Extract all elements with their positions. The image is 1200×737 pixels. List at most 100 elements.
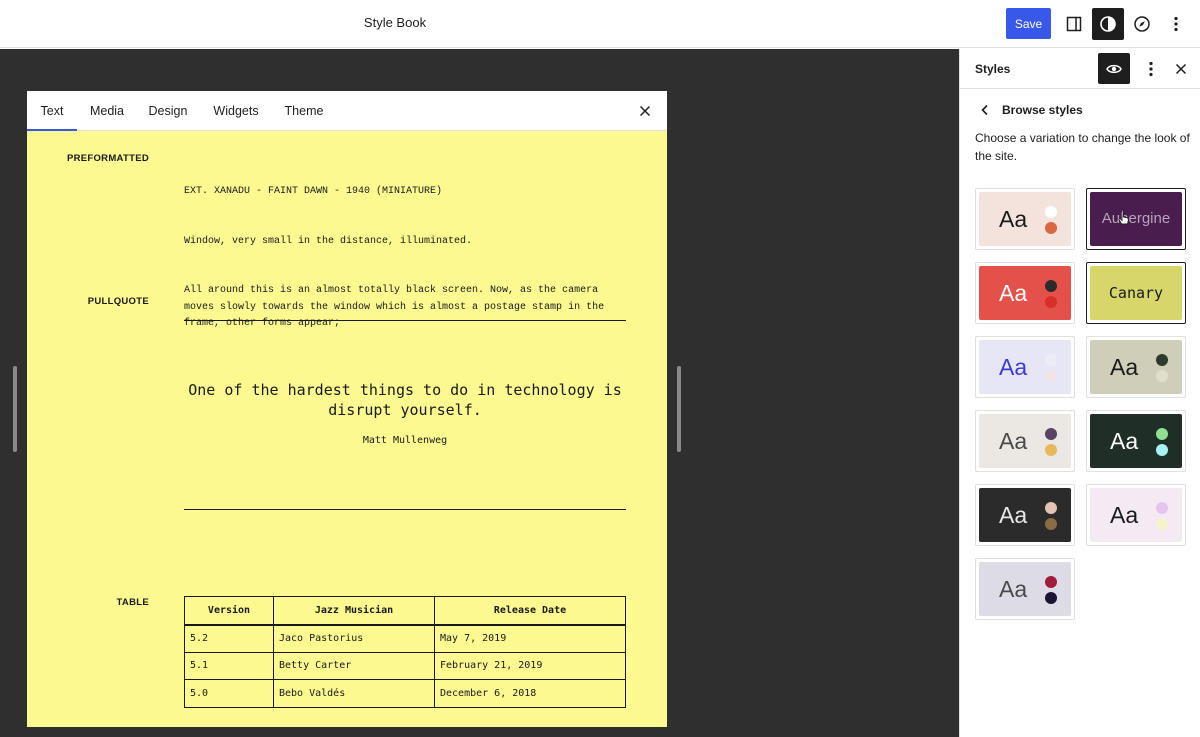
palette-swatch bbox=[1045, 502, 1057, 514]
pullquote-label: PULLQUOTE bbox=[87, 296, 149, 307]
table-header-cell: Jazz Musician bbox=[273, 596, 435, 626]
style-variation-label: Aubergine bbox=[1101, 210, 1171, 227]
style-book-tabs: Text Media Design Widgets Theme bbox=[27, 91, 667, 131]
styles-sidebar: Styles Browse styles Choose a variation … bbox=[959, 49, 1200, 737]
style-variation-3[interactable]: Aa bbox=[975, 262, 1075, 324]
pullquote-top-rule bbox=[184, 320, 626, 321]
style-variation-preview: Aa bbox=[1090, 340, 1182, 394]
style-variation-label: Aa bbox=[1110, 502, 1139, 528]
sidebar-header: Styles bbox=[960, 49, 1200, 89]
style-variation-label: Aa bbox=[999, 576, 1028, 602]
palette-swatch bbox=[1045, 518, 1057, 530]
palette-swatch bbox=[1045, 428, 1057, 440]
top-toolbar: Style Book Save bbox=[0, 0, 1200, 48]
table-row: 5.1 Betty Carter February 21, 2019 bbox=[184, 651, 626, 680]
chevron-left-icon[interactable] bbox=[978, 103, 992, 117]
style-variation-preview: Aa bbox=[1090, 414, 1182, 468]
style-variation-6[interactable]: Aa bbox=[1086, 336, 1186, 398]
style-variation-2[interactable]: Aubergine bbox=[1086, 188, 1186, 250]
compass-icon[interactable] bbox=[1126, 8, 1158, 40]
palette-swatch bbox=[1045, 206, 1057, 218]
close-icon[interactable] bbox=[1169, 57, 1193, 81]
more-vertical-icon[interactable] bbox=[1139, 57, 1163, 81]
style-variation-4[interactable]: Canary bbox=[1086, 262, 1186, 324]
table-cell: February 21, 2019 bbox=[434, 651, 626, 680]
style-variation-preview: Aa bbox=[1090, 488, 1182, 542]
tab-design[interactable]: Design bbox=[141, 91, 195, 131]
pullquote-text: One of the hardest things to do in techn… bbox=[188, 381, 622, 419]
style-variation-preview: Aubergine bbox=[1090, 192, 1182, 246]
style-variation-1[interactable]: Aa bbox=[975, 188, 1075, 250]
style-variation-label: Aa bbox=[999, 428, 1028, 454]
table-row: 5.2 Jaco Pastorius May 7, 2019 bbox=[184, 624, 626, 653]
palette-swatch bbox=[1156, 518, 1168, 530]
tab-text[interactable]: Text bbox=[27, 91, 77, 131]
resize-handle-left[interactable] bbox=[13, 366, 17, 452]
table-header-cell: Version bbox=[184, 596, 274, 626]
preformatted-line: All around this is an almost totally bla… bbox=[184, 285, 611, 329]
sidebar-title: Styles bbox=[975, 62, 1011, 76]
style-variation-preview: Canary bbox=[1090, 266, 1182, 320]
table-cell: Betty Carter bbox=[273, 651, 435, 680]
table-cell: 5.1 bbox=[184, 651, 274, 680]
palette-swatch bbox=[1156, 444, 1168, 456]
pullquote-bottom-rule bbox=[184, 509, 626, 510]
palette-swatch bbox=[1045, 592, 1057, 604]
style-variation-10[interactable]: Aa bbox=[1086, 484, 1186, 546]
table-cell: 5.2 bbox=[184, 624, 274, 653]
hand-cursor-icon bbox=[1118, 209, 1129, 225]
table-cell: December 6, 2018 bbox=[434, 679, 626, 708]
style-variation-7[interactable]: Aa bbox=[975, 410, 1075, 472]
style-variation-label: Aa bbox=[1110, 428, 1139, 454]
style-variation-preview: Aa bbox=[979, 192, 1071, 246]
tab-theme[interactable]: Theme bbox=[277, 91, 331, 131]
style-variation-label: Aa bbox=[999, 280, 1028, 306]
style-variation-preview: Aa bbox=[979, 488, 1071, 542]
palette-swatch bbox=[1045, 280, 1057, 292]
table-label: TABLE bbox=[116, 597, 149, 608]
style-variation-label: Aa bbox=[999, 354, 1028, 380]
sidebar-toggle-icon[interactable] bbox=[1058, 8, 1090, 40]
table-row: 5.0 Bebo Valdés December 6, 2018 bbox=[184, 679, 626, 708]
style-book-frame: Text Media Design Widgets Theme PREFORMA… bbox=[27, 91, 667, 727]
palette-swatch bbox=[1156, 502, 1168, 514]
palette-swatch bbox=[1156, 354, 1168, 366]
styles-contrast-icon[interactable] bbox=[1092, 8, 1124, 40]
close-icon[interactable] bbox=[635, 101, 655, 121]
preformatted-line: Window, very small in the distance, illu… bbox=[184, 235, 473, 247]
style-variation-5[interactable]: Aa bbox=[975, 336, 1075, 398]
style-variation-preview: Aa bbox=[979, 340, 1071, 394]
style-variation-label: Aa bbox=[999, 206, 1028, 232]
tab-media[interactable]: Media bbox=[81, 91, 133, 131]
table-cell: Bebo Valdés bbox=[273, 679, 435, 708]
document-title[interactable]: Style Book bbox=[0, 15, 790, 30]
style-variation-preview: Aa bbox=[979, 414, 1071, 468]
preformatted-line: EXT. XANADU - FAINT DAWN - 1940 (MINIATU… bbox=[184, 186, 443, 197]
style-variation-8[interactable]: Aa bbox=[1086, 410, 1186, 472]
eye-icon[interactable] bbox=[1098, 53, 1130, 84]
palette-swatch bbox=[1045, 296, 1057, 308]
preformatted-block: EXT. XANADU - FAINT DAWN - 1940 (MINIATU… bbox=[184, 151, 634, 366]
palette-swatch bbox=[1045, 444, 1057, 456]
browse-styles-heading: Browse styles bbox=[1002, 103, 1083, 117]
palette-swatch bbox=[1045, 576, 1057, 588]
sample-table: Version Jazz Musician Release Date 5.2 J… bbox=[184, 596, 626, 708]
palette-swatch bbox=[1156, 428, 1168, 440]
resize-handle-right[interactable] bbox=[677, 366, 681, 452]
browse-styles-description: Choose a variation to change the look of… bbox=[975, 131, 1190, 163]
style-variation-label: Canary bbox=[1108, 284, 1164, 302]
save-button[interactable]: Save bbox=[1006, 8, 1051, 39]
table-header-cell: Release Date bbox=[434, 596, 626, 626]
style-variation-9[interactable]: Aa bbox=[975, 484, 1075, 546]
table-cell: Jaco Pastorius bbox=[273, 624, 435, 653]
pullquote-citation: Matt Mullenweg bbox=[362, 435, 448, 446]
style-variation-label: Aa bbox=[1110, 354, 1139, 380]
style-variation-preview: Aa bbox=[979, 562, 1071, 616]
style-variation-11[interactable]: Aa bbox=[975, 558, 1075, 620]
preformatted-label: PREFORMATTED bbox=[66, 153, 149, 164]
tab-widgets[interactable]: Widgets bbox=[207, 91, 265, 131]
more-vertical-icon[interactable] bbox=[1160, 8, 1192, 40]
style-variation-label: Aa bbox=[999, 502, 1028, 528]
palette-swatch bbox=[1045, 370, 1057, 382]
table-cell: May 7, 2019 bbox=[434, 624, 626, 653]
